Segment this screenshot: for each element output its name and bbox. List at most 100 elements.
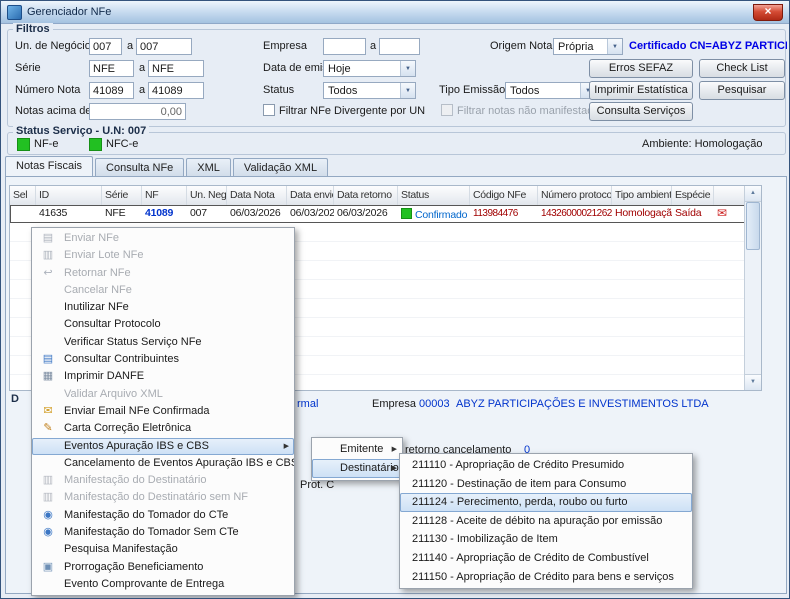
chevron-down-icon[interactable]: ▼ bbox=[400, 83, 415, 98]
numero-nota-from-input[interactable]: 41089 bbox=[89, 82, 134, 99]
data-emissao-value: Hoje bbox=[328, 63, 351, 75]
column-header[interactable]: NF bbox=[142, 186, 187, 205]
status-label: Status bbox=[263, 84, 294, 96]
submenu-item[interactable]: 211140 - Apropriação de Crédito de Combu… bbox=[400, 549, 692, 568]
imprimir-estatistica-button[interactable]: Imprimir Estatística bbox=[589, 81, 693, 100]
submenu-item[interactable]: 211110 - Apropriação de Crédito Presumid… bbox=[400, 456, 692, 475]
tipo-emissao-value: Todos bbox=[510, 85, 539, 97]
row-cell: 41089 bbox=[142, 205, 187, 223]
context-menu-item[interactable]: ▥Manifestação do Destinatário bbox=[32, 472, 294, 489]
context-menu-item[interactable]: Inutilizar NFe bbox=[32, 299, 294, 316]
column-header[interactable]: Tipo ambiente bbox=[612, 186, 672, 205]
column-header[interactable]: Número protocolo bbox=[538, 186, 612, 205]
detail-group-label-fragment: D bbox=[11, 393, 19, 405]
context-menu-item[interactable]: Validar Arquivo XML bbox=[32, 386, 294, 403]
context-menu-item[interactable]: ✎Carta Correção Eletrônica bbox=[32, 420, 294, 437]
serie-from-input[interactable]: NFE bbox=[89, 60, 134, 77]
title-bar: Gerenciador NFe × bbox=[1, 1, 789, 24]
empresa-label: Empresa bbox=[263, 40, 307, 52]
tipo-emissao-select[interactable]: Todos ▼ bbox=[505, 82, 596, 99]
context-menu-item[interactable]: ◉Manifestação do Tomador Sem CTe bbox=[32, 524, 294, 541]
serie-to-input[interactable]: NFE bbox=[148, 60, 204, 77]
chevron-down-icon[interactable]: ▼ bbox=[400, 61, 415, 76]
vertical-scrollbar[interactable]: ▲ ▼ bbox=[744, 186, 761, 390]
contribuintes-icon: ▤ bbox=[39, 351, 57, 368]
status-value: Todos bbox=[328, 85, 357, 97]
gerenciador-nfe-window: Gerenciador NFe × Filtros Un. de Negócio… bbox=[0, 0, 790, 599]
detail-empresa-name: ABYZ PARTICIPAÇÕES E INVESTIMENTOS LTDA bbox=[456, 398, 709, 410]
prorrogacao-icon: ▣ bbox=[39, 559, 57, 576]
consulta-servicos-button[interactable]: Consulta Serviços bbox=[589, 102, 693, 121]
scroll-down-icon[interactable]: ▼ bbox=[745, 374, 761, 390]
context-menu-item[interactable]: Consultar Protocolo bbox=[32, 316, 294, 333]
tipo-nfe-value-fragment: rmal bbox=[297, 398, 318, 410]
close-button[interactable]: × bbox=[753, 4, 783, 21]
notas-acima-input[interactable]: 0,00 bbox=[89, 103, 186, 120]
submenu-arrow-icon: ▶ bbox=[284, 438, 289, 455]
context-menu-item[interactable]: Pesquisa Manifestação bbox=[32, 541, 294, 558]
submenu-item[interactable]: 211150 - Apropriação de Crédito para ben… bbox=[400, 568, 692, 587]
context-menu-item[interactable]: ▣Prorrogação Beneficiamento bbox=[32, 559, 294, 576]
column-header[interactable]: Data Nota bbox=[227, 186, 287, 205]
table-row[interactable]: 41635NFE4108900706/03/202606/03/202606/0… bbox=[10, 205, 745, 223]
context-menu-item[interactable]: Verificar Status Serviço NFe bbox=[32, 334, 294, 351]
context-menu-item[interactable]: Eventos Apuração IBS e CBS▶ bbox=[32, 438, 294, 455]
column-header[interactable]: Data envio bbox=[287, 186, 334, 205]
empresa-from-input[interactable] bbox=[323, 38, 366, 55]
column-header[interactable] bbox=[714, 186, 747, 205]
un-negocio-to-input[interactable]: 007 bbox=[136, 38, 192, 55]
context-menu-item[interactable]: ◉Manifestação do Tomador do CTe bbox=[32, 507, 294, 524]
range-separator: a bbox=[370, 40, 376, 52]
tab-xml[interactable]: XML bbox=[186, 158, 231, 176]
column-header[interactable]: Sel bbox=[10, 186, 36, 205]
scroll-up-icon[interactable]: ▲ bbox=[745, 186, 761, 202]
filtrar-divergente-checkbox[interactable] bbox=[263, 104, 275, 116]
submenu-item[interactable]: Emitente▶ bbox=[312, 440, 402, 459]
empresa-to-input[interactable] bbox=[379, 38, 420, 55]
context-menu-item[interactable]: ▤Enviar NFe bbox=[32, 230, 294, 247]
row-cell: 41635 bbox=[36, 205, 102, 223]
range-separator: a bbox=[127, 40, 133, 52]
tab-notas-fiscais[interactable]: Notas Fiscais bbox=[5, 156, 93, 176]
column-header[interactable]: ID bbox=[36, 186, 102, 205]
row-cell: 143260000212623 bbox=[538, 205, 612, 223]
window-title: Gerenciador NFe bbox=[27, 6, 111, 18]
pesquisar-button[interactable]: Pesquisar bbox=[699, 81, 785, 100]
context-menu-item[interactable]: ▦Imprimir DANFE bbox=[32, 368, 294, 385]
range-separator: a bbox=[139, 62, 145, 74]
submenu-item[interactable]: 211124 - Perecimento, perda, roubo ou fu… bbox=[400, 493, 692, 512]
status-select[interactable]: Todos ▼ bbox=[323, 82, 416, 99]
check-list-button[interactable]: Check List bbox=[699, 59, 785, 78]
tab-consulta-nfe[interactable]: Consulta NFe bbox=[95, 158, 184, 176]
context-menu-item[interactable]: Evento Comprovante de Entrega bbox=[32, 576, 294, 593]
erros-sefaz-button[interactable]: Erros SEFAZ bbox=[589, 59, 693, 78]
column-header[interactable]: Espécie bbox=[672, 186, 714, 205]
column-header[interactable]: Código NFe bbox=[470, 186, 538, 205]
context-menu-item[interactable]: ↩Retornar NFe bbox=[32, 265, 294, 282]
column-header[interactable]: Un. Neg. bbox=[187, 186, 227, 205]
column-header[interactable]: Data retorno bbox=[334, 186, 398, 205]
un-negocio-from-input[interactable]: 007 bbox=[89, 38, 122, 55]
context-menu-item[interactable]: ▤Consultar Contribuintes bbox=[32, 351, 294, 368]
tab-valida-o-xml[interactable]: Validação XML bbox=[233, 158, 328, 176]
context-menu-item[interactable]: ▥Manifestação do Destinatário sem NF bbox=[32, 489, 294, 506]
context-menu-item[interactable]: ✉Enviar Email NFe Confirmada bbox=[32, 403, 294, 420]
submenu-item[interactable]: 211130 - Imobilização de Item bbox=[400, 530, 692, 549]
context-menu-item[interactable]: Cancelar NFe bbox=[32, 282, 294, 299]
nfe-status-square bbox=[17, 138, 30, 151]
scrollbar-thumb[interactable] bbox=[746, 202, 760, 250]
context-menu-item[interactable]: Cancelamento de Eventos Apuração IBS e C… bbox=[32, 455, 294, 472]
data-emissao-select[interactable]: Hoje ▼ bbox=[323, 60, 416, 77]
chevron-down-icon[interactable]: ▼ bbox=[607, 39, 622, 54]
submenu-item[interactable]: 211120 - Destinação de item para Consumo bbox=[400, 475, 692, 494]
numero-nota-to-input[interactable]: 41089 bbox=[148, 82, 204, 99]
submenu-item[interactable]: 211128 - Aceite de débito na apuração po… bbox=[400, 512, 692, 531]
column-header[interactable]: Série bbox=[102, 186, 142, 205]
origem-nota-select[interactable]: Própria ▼ bbox=[553, 38, 623, 55]
column-header[interactable]: Status bbox=[398, 186, 470, 205]
row-cell: 113984476 bbox=[470, 205, 538, 223]
row-cell: Homologação bbox=[612, 205, 672, 223]
submenu-item[interactable]: Destinatário▶ bbox=[312, 459, 402, 478]
context-menu-item[interactable]: ▥Enviar Lote NFe bbox=[32, 247, 294, 264]
row-cell: 06/03/2026 bbox=[334, 205, 398, 223]
